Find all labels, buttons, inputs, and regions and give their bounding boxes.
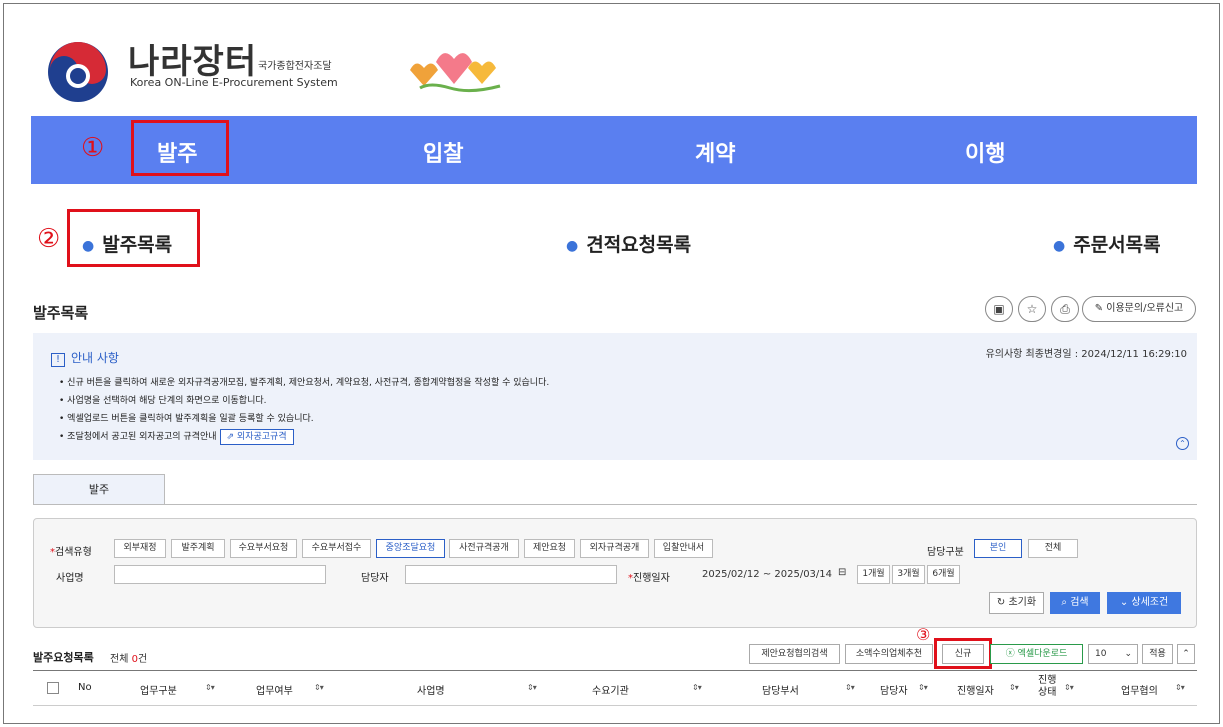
manager-label: 담당자 [361,573,389,584]
excel-icon: ⓧ [1005,649,1015,659]
type-chip-selected[interactable]: 중앙조달요청 [376,539,445,558]
notice-box: ! 안내 사항 유의사항 최종변경일 : 2024/12/11 16:29:10 … [33,333,1197,460]
type-chip[interactable]: 사전규격공개 [449,539,519,558]
nav-item-order[interactable]: 발주 [157,136,197,168]
logo-english-text: Korea ON-Line E-Procurement System [130,76,338,89]
sort-icon[interactable]: ⇕▾ [527,683,537,692]
tab-divider [33,504,1197,505]
period-3-month[interactable]: 3개월 [892,565,925,584]
type-chip[interactable]: 외자규격공개 [580,539,649,558]
new-button[interactable]: 신규 [942,644,984,664]
period-6-month[interactable]: 6개월 [927,565,960,584]
detail-conditions-button[interactable]: ⌄ 상세조건 [1107,592,1181,614]
type-chip[interactable]: 입찰안내서 [654,539,713,558]
nav-item-contract[interactable]: 계약 [695,136,735,168]
subnav-order-list[interactable]: ● 발주목록 [82,230,172,257]
hearts-illustration-icon [410,53,501,93]
search-type-label: *검색유형 [50,547,92,558]
notice-line: • 신규 버튼을 클릭하여 새로운 외자규격공개모집, 발주계획, 제안요청서,… [59,378,550,388]
type-chip[interactable]: 발주계획 [171,539,225,558]
select-all-checkbox[interactable] [47,682,59,694]
nav-item-bid[interactable]: 입찰 [423,136,463,168]
col-department[interactable]: 담당부서 [762,682,799,697]
col-manager[interactable]: 담당자 [880,682,908,697]
foreign-spec-link-button[interactable]: ⇗ 외자공고규격 [219,429,294,445]
sort-icon[interactable]: ⇕▾ [1064,683,1074,692]
project-name-label: 사업명 [56,573,84,584]
list-count: 전체 0건 [110,654,148,665]
sort-icon[interactable]: ⇕▾ [314,683,324,692]
calendar-icon[interactable]: ⊟ [838,567,846,578]
col-consultation[interactable]: 업무협의 [1121,682,1158,697]
type-chip[interactable]: 수요부서접수 [302,539,371,558]
col-progress-status[interactable]: 진행 상태 [1038,675,1056,699]
subnav-quote-request-list[interactable]: ● 견적요청목록 [566,230,691,257]
col-progress-date[interactable]: 진행일자 [957,682,994,697]
step-marker-2: ② [37,224,61,254]
subnav-purchase-order-list[interactable]: ● 주문서목록 [1053,230,1161,257]
logo-korean-subtitle: 국가종합전자조달 [258,61,332,72]
manager-input[interactable] [405,565,617,584]
date-range-value[interactable]: 2025/02/12 ~ 2025/03/14 [702,569,832,580]
excel-download-button[interactable]: ⓧ 엑셀다운로드 [990,644,1083,664]
collapse-up-icon[interactable]: ⌃ [1177,644,1195,664]
nav-item-performance[interactable]: 이행 [965,136,1005,168]
col-work-type[interactable]: 업무구분 [140,682,177,697]
page-title: 발주목록 [33,304,89,322]
search-button[interactable]: ⌕ 검색 [1050,592,1100,614]
collapse-icon[interactable]: ⌃ [1176,437,1189,450]
print-icon[interactable]: ⎙ [1051,296,1079,322]
table-header: No 업무구분 ⇕▾ 업무여부 ⇕▾ 사업명 ⇕▾ 수요기관 ⇕▾ 담당부서 ⇕… [33,670,1197,706]
inquiry-report-button[interactable]: ✎ 이용문의/오류신고 [1082,296,1196,322]
period-1-month[interactable]: 1개월 [857,565,890,584]
proposal-search-button[interactable]: 제안요청협의검색 [749,644,840,664]
sort-icon[interactable]: ⇕▾ [845,683,855,692]
project-name-input[interactable] [114,565,326,584]
notice-line: • 엑셀업로드 버튼을 클릭하여 발주계획을 일괄 등록할 수 있습니다. [59,414,314,424]
sort-icon[interactable]: ⇕▾ [692,683,702,692]
col-demand-agency[interactable]: 수요기관 [592,682,629,697]
chevron-down-icon: ⌄ [1124,649,1132,659]
type-chip[interactable]: 외부재정 [114,539,166,558]
sort-icon[interactable]: ⇕▾ [205,683,215,692]
sort-icon[interactable]: ⇕▾ [1009,683,1019,692]
owner-self-chip[interactable]: 본인 [974,539,1022,558]
owner-label: 담당구분 [927,547,964,558]
notice-updated: 유의사항 최종변경일 : 2024/12/11 16:29:10 [985,349,1187,360]
list-title: 발주요청목록 [33,651,94,664]
main-nav: ① 발주 입찰 계약 이행 [31,116,1197,184]
taegeuk-logo-icon [48,42,108,102]
col-project-name[interactable]: 사업명 [417,682,445,697]
type-chip[interactable]: 제안요청 [524,539,575,558]
alert-icon: ! [51,353,65,367]
reset-button[interactable]: ↻ 초기화 [989,592,1044,614]
tab-order[interactable]: 발주 [33,474,165,504]
manual-icon[interactable]: ▣ [985,296,1013,322]
col-work-status[interactable]: 업무여부 [256,682,293,697]
notice-line: • 조달청에서 공고된 외자공고의 규격안내 ⇗ 외자공고규격 [59,429,294,445]
apply-button[interactable]: 적용 [1142,644,1173,664]
search-panel: *검색유형 외부재정 발주계획 수요부서요청 수요부서접수 중앙조달요청 사전규… [33,518,1197,628]
type-chip[interactable]: 수요부서요청 [230,539,297,558]
notice-title: ! 안내 사항 [51,349,119,367]
notice-line: • 사업명을 선택하여 해당 단계의 화면으로 이동합니다. [59,396,267,406]
sort-icon[interactable]: ⇕▾ [1175,683,1185,692]
owner-all-chip[interactable]: 전체 [1028,539,1078,558]
step-marker-1: ① [81,133,105,163]
step-marker-3: ③ [916,625,931,644]
col-no[interactable]: No [78,682,92,693]
sort-icon[interactable]: ⇕▾ [918,683,928,692]
small-vendor-recommend-button[interactable]: 소액수의업체추천 [845,644,933,664]
favorite-star-icon[interactable]: ☆ [1018,296,1046,322]
progress-date-label: *진행일자 [628,573,670,584]
page-size-select[interactable]: 10 ⌄ [1088,644,1138,664]
